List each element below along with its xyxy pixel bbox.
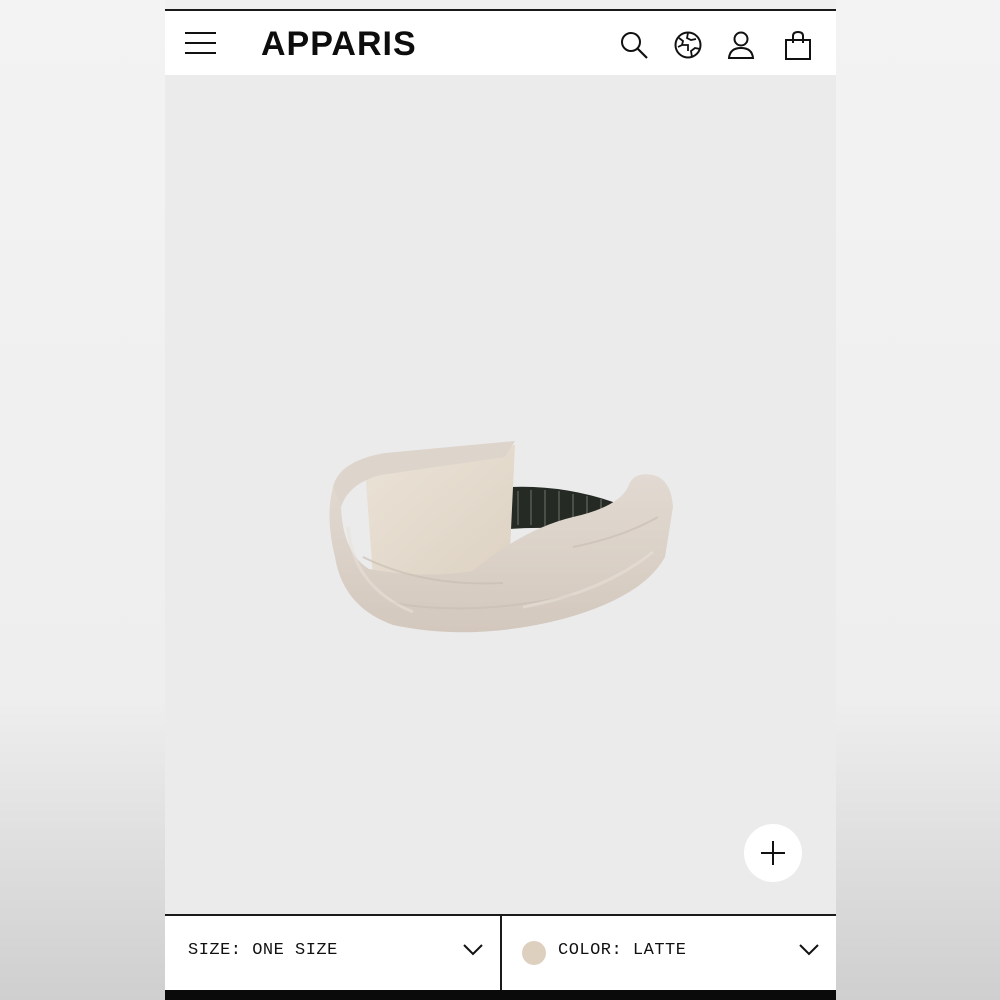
search-icon[interactable] [618,29,650,61]
color-swatch [522,941,546,965]
header: APPARIS [165,9,836,75]
bottom-bar [165,990,836,1000]
account-icon[interactable] [725,29,757,61]
chevron-down-icon [463,944,483,956]
headband-product-image [273,357,673,647]
background-left [0,0,165,1000]
brand-logo[interactable]: APPARIS [261,25,417,64]
plus-icon [761,841,785,865]
variant-selector-bar: SIZE: ONE SIZE COLOR: LATTE [165,914,836,990]
shopping-bag-icon[interactable] [782,29,814,61]
size-dropdown[interactable]: SIZE: ONE SIZE [165,916,500,990]
zoom-plus-button[interactable] [744,824,802,882]
status-strip [165,0,836,9]
product-image-area[interactable] [165,75,836,915]
color-dropdown[interactable]: COLOR: LATTE [500,916,836,990]
color-label: COLOR: LATTE [558,941,687,960]
globe-icon[interactable] [672,29,704,61]
chevron-down-icon [799,944,819,956]
app-screen: APPARIS SIZE: ONE SIZE COLOR: LATTE [165,0,836,1000]
size-label: SIZE: ONE SIZE [188,941,338,960]
menu-icon[interactable] [183,28,219,58]
background-right [836,0,1000,1000]
